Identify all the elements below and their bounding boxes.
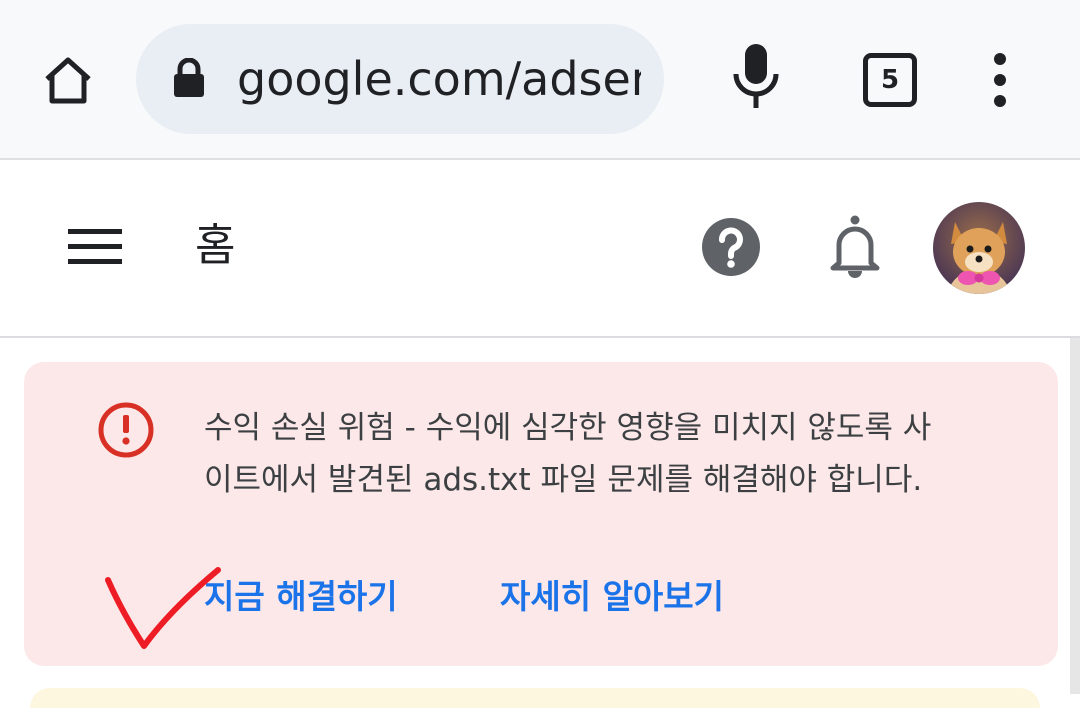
browser-toolbar: google.com/adsense 5: [0, 0, 1080, 160]
voice-search-button[interactable]: [726, 40, 786, 116]
lock-icon: [174, 58, 204, 97]
scrollbar[interactable]: [1070, 338, 1080, 694]
bell-icon: [830, 215, 880, 278]
navigation-menu-button[interactable]: [62, 222, 128, 272]
page-title: 홈: [195, 220, 236, 271]
url-text[interactable]: google.com/adsense: [237, 24, 641, 134]
avatar-icon: [933, 202, 1025, 294]
ads-txt-alert-card: 수익 손실 위험 - 수익에 심각한 영향을 미치지 않도록 사이트에서 발견된…: [24, 362, 1058, 666]
error-icon: [96, 400, 156, 460]
alert-message: 수익 손실 위험 - 수익에 심각한 영향을 미치지 않도록 사이트에서 발견된…: [204, 410, 932, 498]
browser-menu-button[interactable]: [976, 50, 1024, 110]
home-icon: [45, 57, 91, 104]
tabs-icon: 5: [863, 53, 917, 107]
main-content: 수익 손실 위험 - 수익에 심각한 영향을 미치지 않도록 사이트에서 발견된…: [0, 338, 1080, 708]
mic-icon: [733, 44, 779, 108]
learn-more-link[interactable]: 자세히 알아보기: [500, 572, 724, 622]
account-avatar[interactable]: [933, 202, 1025, 294]
notifications-button[interactable]: [826, 214, 884, 280]
home-button[interactable]: [36, 48, 100, 112]
help-icon: [702, 218, 760, 276]
address-bar[interactable]: google.com/adsense: [136, 24, 664, 134]
next-card-edge: [30, 688, 1040, 708]
more-vert-icon: [994, 53, 1006, 107]
app-header: 홈: [0, 160, 1080, 338]
fix-now-link[interactable]: 지금 해결하기: [204, 572, 398, 622]
hamburger-menu-icon: [68, 229, 122, 264]
help-button[interactable]: [700, 216, 762, 278]
tab-switcher-button[interactable]: 5: [858, 48, 922, 112]
